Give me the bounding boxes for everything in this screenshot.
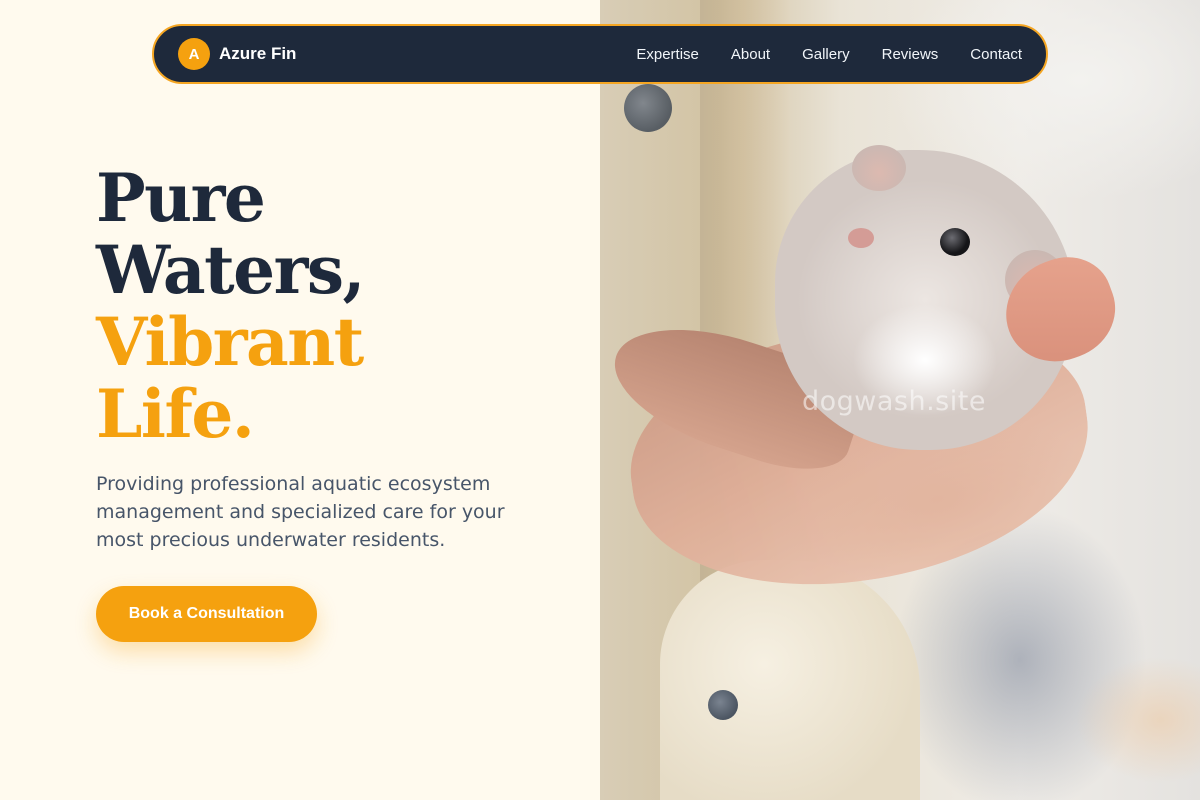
coat-button-shape (708, 690, 738, 720)
coat-button-shape (624, 84, 672, 132)
nav-links: Expertise About Gallery Reviews Contact (636, 46, 1022, 63)
hero-description: Providing professional aquatic ecosystem… (96, 473, 505, 551)
coat-shape (660, 560, 920, 800)
hero-title-line: Pure (96, 159, 266, 237)
hero-photo: dogwash.site (600, 0, 1200, 800)
hamster-nose (848, 228, 874, 248)
brand-home-link[interactable]: A Azure Fin (178, 38, 296, 70)
nav-link-expertise[interactable]: Expertise (636, 46, 699, 63)
hero-title-accent-line: Life. (96, 375, 255, 453)
hero-title-line: Waters, (96, 231, 366, 309)
hamster-eye (940, 228, 970, 256)
nav-link-contact[interactable]: Contact (970, 46, 1022, 63)
nav-link-about[interactable]: About (731, 46, 770, 63)
image-watermark: dogwash.site (802, 386, 986, 417)
hero-title: Pure Waters, Vibrant Life. (96, 159, 366, 453)
top-navbar: A Azure Fin Expertise About Gallery Revi… (152, 24, 1048, 84)
landing-page: dogwash.site A Azure Fin Expertise About… (0, 0, 1200, 800)
hero-title-accent-line: Vibrant (96, 303, 364, 381)
brand-name: Azure Fin (219, 44, 297, 63)
hamster-ear (852, 145, 906, 191)
book-consultation-button[interactable]: Book a Consultation (96, 586, 317, 642)
nav-link-gallery[interactable]: Gallery (802, 46, 850, 63)
nav-link-reviews[interactable]: Reviews (882, 46, 939, 63)
brand-logo-icon: A (178, 38, 210, 70)
